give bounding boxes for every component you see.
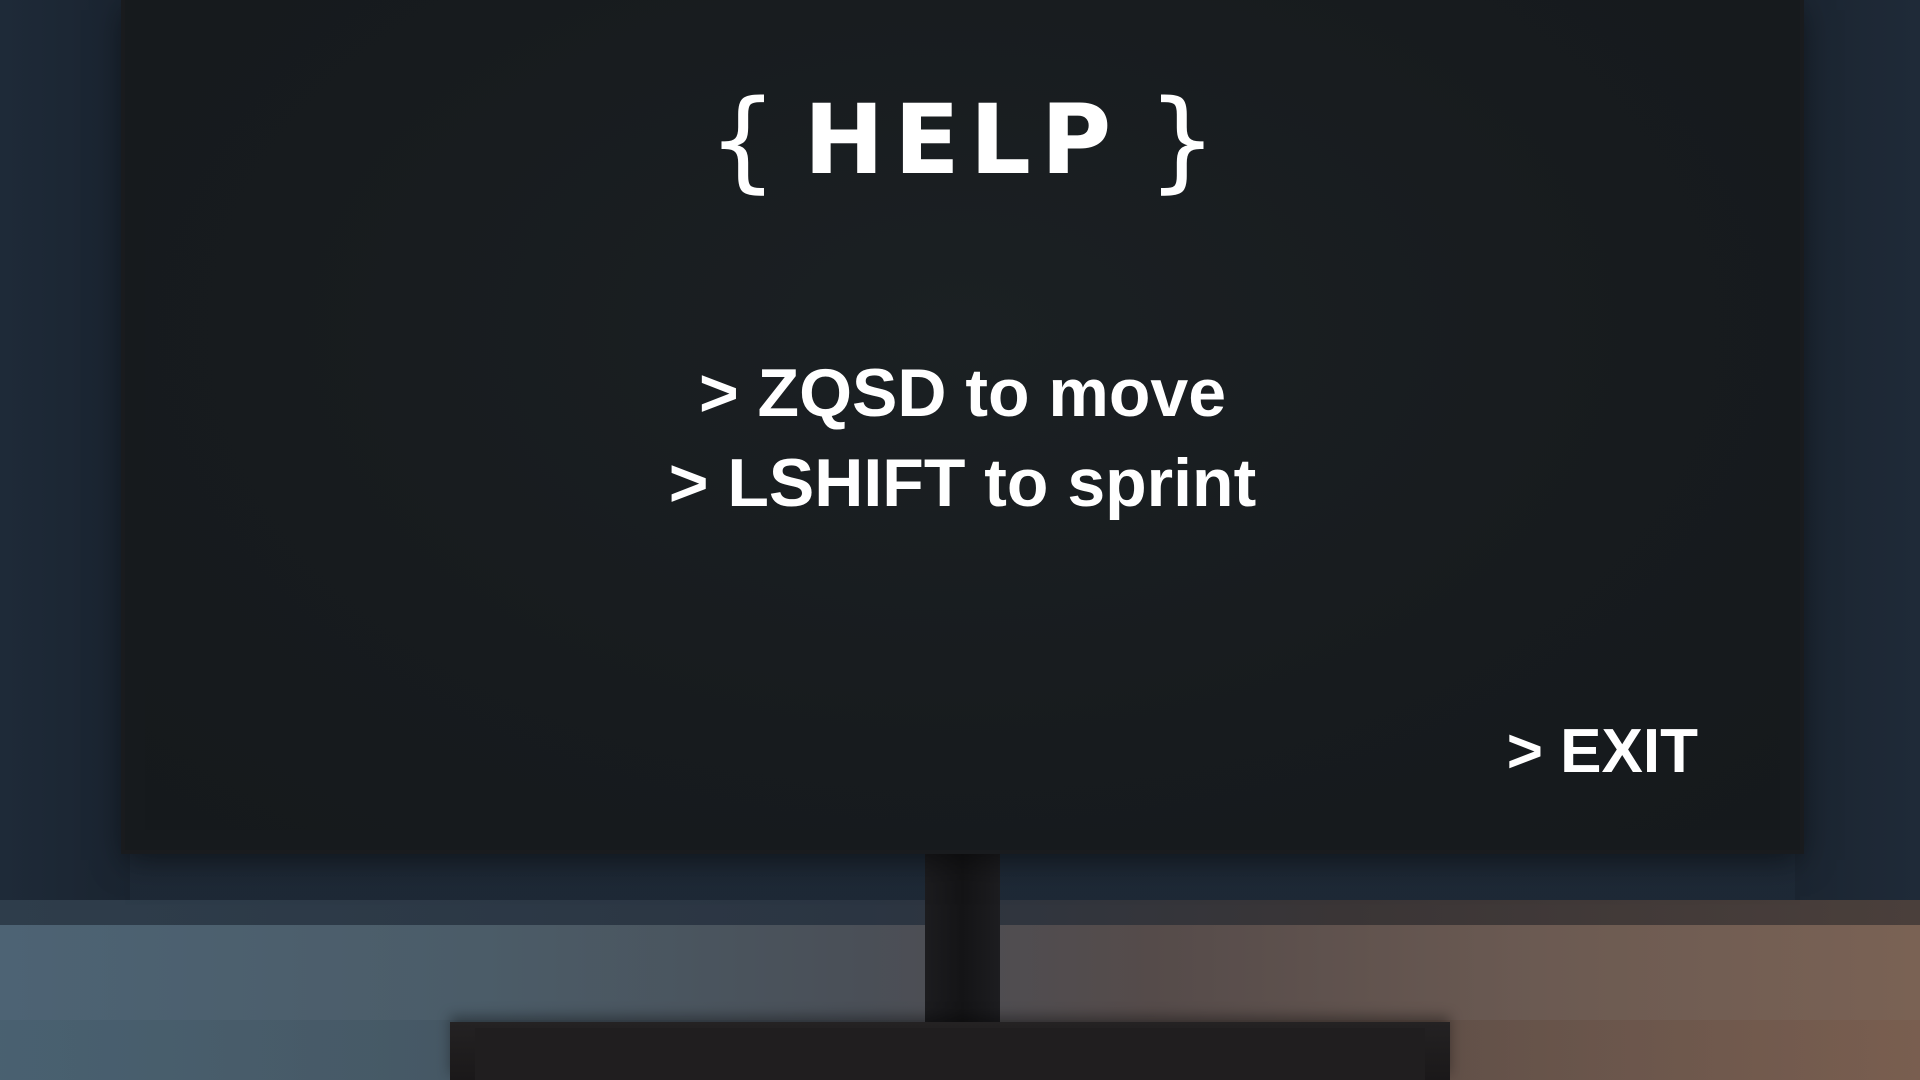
room-wall-right bbox=[1795, 0, 1920, 900]
instruction-move: > ZQSD to move bbox=[698, 355, 1227, 431]
exit-button[interactable]: > EXIT bbox=[1507, 712, 1698, 792]
room-wall-left bbox=[0, 0, 130, 900]
title-brace-open: { bbox=[707, 76, 778, 204]
title-brace-close: } bbox=[1147, 76, 1218, 204]
instructions-list: > ZQSD to move > LSHIFT to sprint bbox=[145, 348, 1780, 528]
instruction-sprint: > LSHIFT to sprint bbox=[668, 445, 1257, 521]
help-screen: {HELP} > ZQSD to move > LSHIFT to sprint… bbox=[145, 0, 1780, 830]
monitor-stand-neck bbox=[925, 845, 1000, 1025]
title-text: HELP bbox=[803, 84, 1122, 196]
monitor: {HELP} > ZQSD to move > LSHIFT to sprint… bbox=[125, 0, 1800, 850]
help-title: {HELP} bbox=[145, 70, 1780, 210]
monitor-stand-base-top bbox=[475, 1028, 1425, 1080]
game-scene: {HELP} > ZQSD to move > LSHIFT to sprint… bbox=[0, 0, 1920, 1080]
